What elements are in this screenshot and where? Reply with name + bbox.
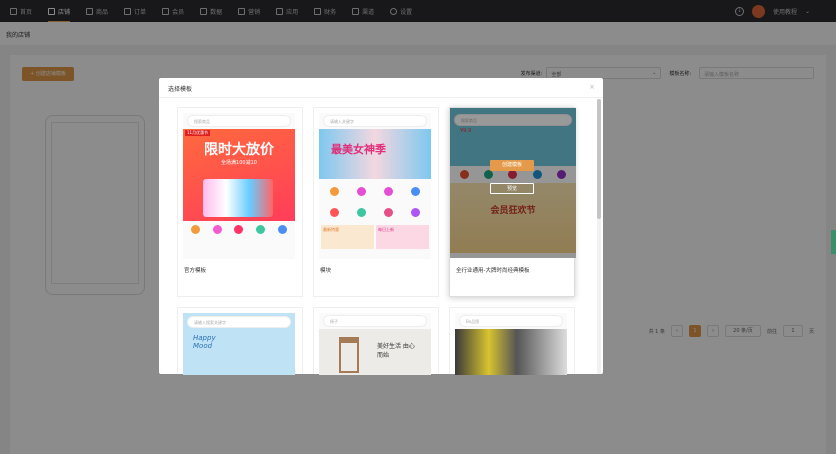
modal-title: 选择模板 (168, 86, 193, 93)
template-thumbnail: 请输入关键字 最美女神季 最新特惠 每日上新 (319, 113, 431, 259)
template-thumbnail: 搜索商品 ¥9.9 会员狂欢节 创建模板 预览 (450, 108, 576, 258)
template-thumbnail: 椅子 美好生活 由心而始 (319, 313, 431, 375)
template-thumbnail: 搜索商品 11月优惠节 限时大放价 全场满100减10 (183, 113, 295, 259)
card-label: 全行业通用-大牌时尚经典模板 (456, 268, 530, 274)
template-thumbnail: 请输入搜索关键字 Happy Mood (183, 313, 295, 375)
side-tab[interactable] (831, 230, 836, 254)
card-label: 官方模板 (184, 268, 207, 274)
select-template-modal: 选择模板 × 搜索商品 11月优惠节 限时大放价 全场满100减10 官方模板 请… (159, 78, 603, 375)
create-template-button[interactable]: 创建模板 (490, 160, 534, 171)
card-label: 模块 (320, 268, 332, 274)
template-card[interactable]: 请输入搜索关键字 Happy Mood (177, 307, 303, 375)
preview-button[interactable]: 预览 (490, 183, 534, 194)
template-card[interactable]: 请输入关键字 最美女神季 最新特惠 每日上新 模块 (313, 107, 439, 297)
template-card-hovered[interactable]: 搜索商品 ¥9.9 会员狂欢节 创建模板 预览 全行业通用-大牌时尚经典模板 (449, 107, 576, 297)
template-card[interactable]: Bo品图 (449, 307, 575, 375)
close-icon[interactable]: × (589, 83, 595, 91)
template-card[interactable]: 椅子 美好生活 由心而始 (313, 307, 439, 375)
template-card[interactable]: 搜索商品 11月优惠节 限时大放价 全场满100减10 官方模板 (177, 107, 303, 297)
modal-scrollbar[interactable] (597, 99, 601, 374)
template-thumbnail: Bo品图 (455, 313, 567, 375)
